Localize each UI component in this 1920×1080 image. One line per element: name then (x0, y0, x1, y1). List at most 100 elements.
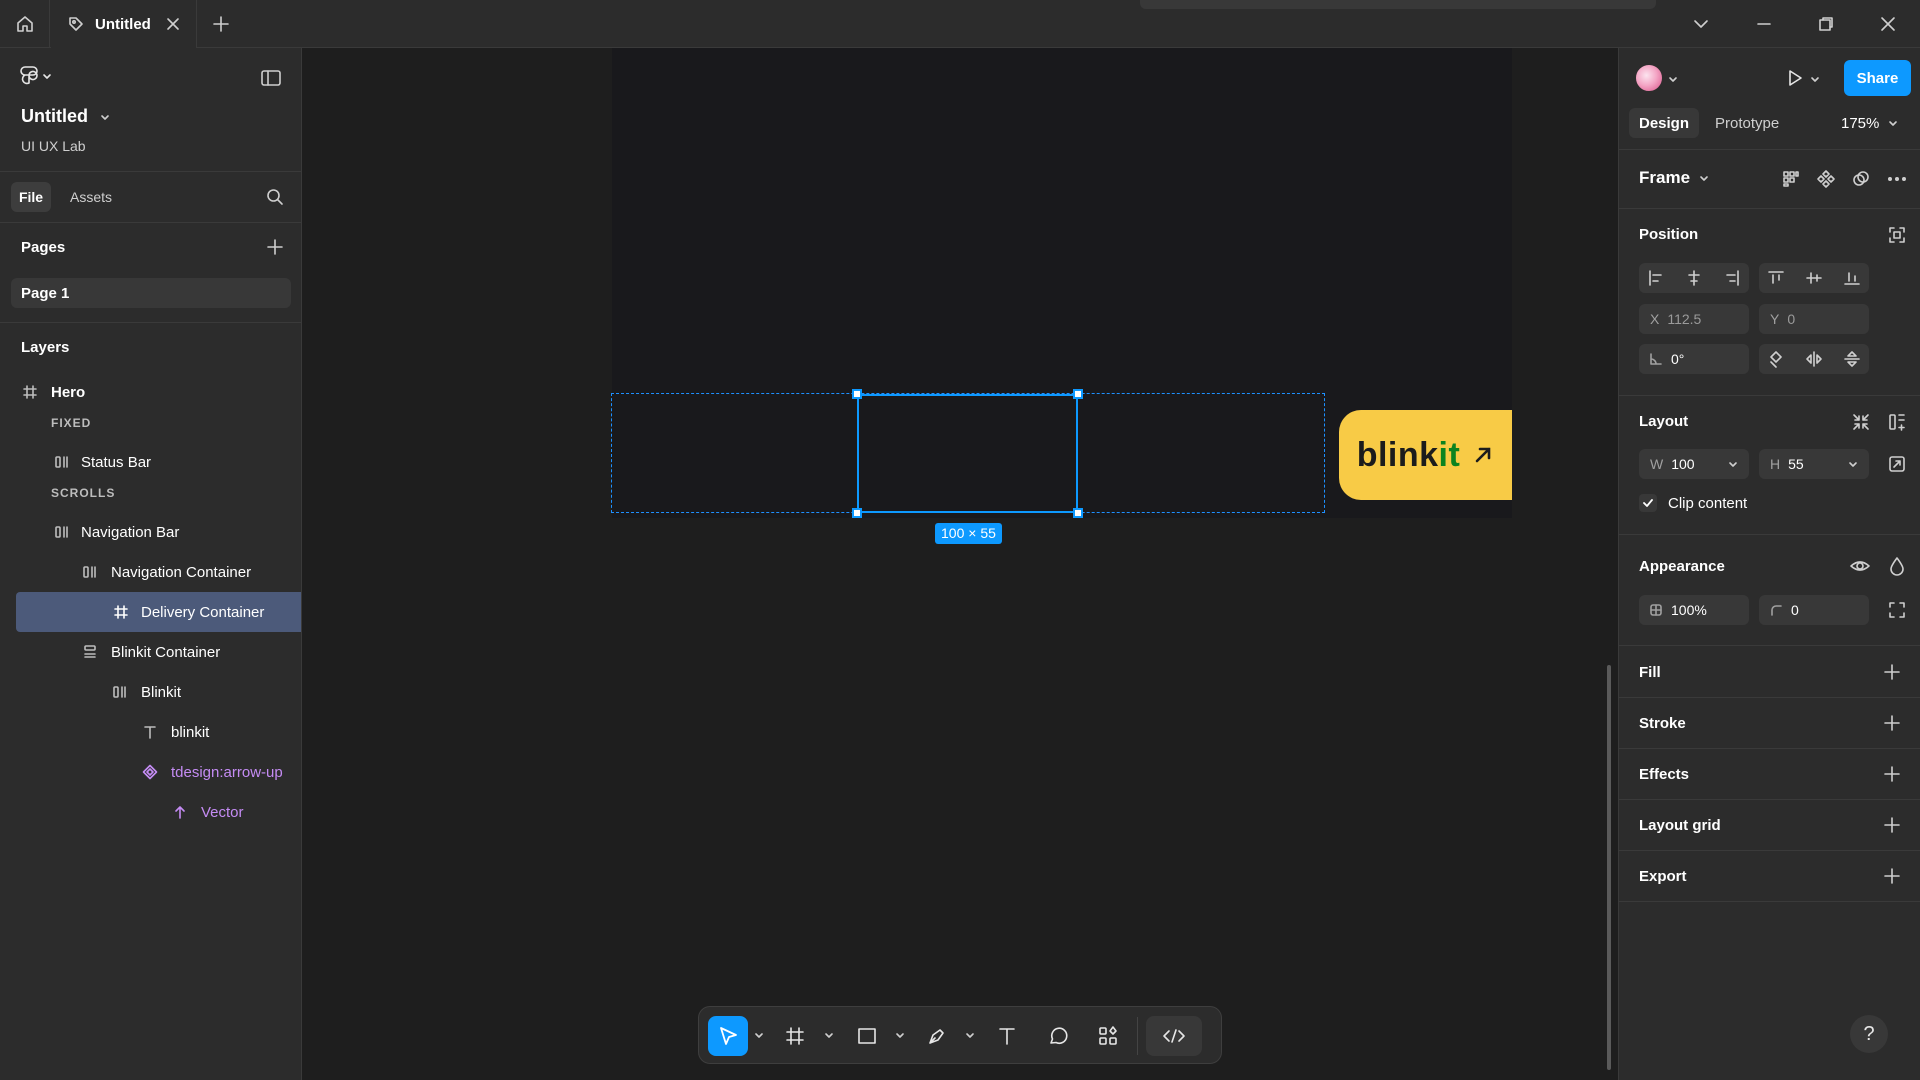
zoom-dropdown[interactable]: 175% (1841, 108, 1899, 138)
figma-logo-icon (20, 66, 38, 85)
chevron-down-icon[interactable] (1667, 73, 1679, 85)
add-page-icon[interactable] (265, 237, 285, 257)
add-fill-icon[interactable] (1882, 662, 1902, 682)
selection-box[interactable] (857, 394, 1078, 513)
y-value: 0 (1787, 311, 1796, 327)
add-effect-icon[interactable] (1882, 764, 1902, 784)
actions-tool[interactable] (1090, 1016, 1126, 1056)
resize-handle[interactable] (1073, 389, 1083, 399)
divider (1619, 534, 1920, 535)
layer-row[interactable]: blinkit (0, 712, 301, 752)
avatar[interactable] (1634, 63, 1664, 93)
close-window-icon[interactable] (1877, 13, 1899, 35)
chevron-down-icon[interactable] (754, 1030, 764, 1040)
file-name-button[interactable]: Untitled (21, 106, 112, 127)
pen-tool[interactable] (919, 1016, 955, 1056)
layer-row[interactable]: Status Bar (0, 442, 301, 482)
add-stroke-icon[interactable] (1882, 713, 1902, 733)
height-field[interactable]: H 55 (1759, 449, 1869, 479)
chevron-down-icon[interactable] (895, 1030, 905, 1040)
align-middle-vertical-icon[interactable] (1804, 268, 1824, 288)
layer-row[interactable]: Blinkit (0, 672, 301, 712)
width-field[interactable]: W 100 (1639, 449, 1749, 479)
corner-radius-field[interactable]: 0 (1759, 595, 1869, 625)
frame-type-dropdown[interactable]: Frame (1639, 168, 1710, 188)
align-bottom-icon[interactable] (1842, 268, 1862, 288)
shape-tool[interactable] (849, 1016, 885, 1056)
resize-handle[interactable] (1073, 508, 1083, 518)
flip-horizontal-icon[interactable] (1804, 349, 1824, 369)
tab-prototype[interactable]: Prototype (1709, 108, 1785, 138)
layer-label: Navigation Container (111, 563, 252, 581)
tab-file[interactable]: File (11, 182, 51, 212)
layout-grid-heading: Layout grid (1639, 817, 1721, 834)
collapse-icon[interactable] (1851, 412, 1871, 432)
tab-design[interactable]: Design (1629, 108, 1699, 138)
chevron-down-icon[interactable] (1690, 13, 1712, 35)
rotation-field[interactable]: 0° (1639, 344, 1749, 374)
play-icon[interactable] (1784, 67, 1806, 89)
text-tool[interactable] (989, 1016, 1025, 1056)
frame-icon (114, 605, 128, 619)
resize-to-fit-icon[interactable] (1887, 454, 1907, 474)
align-left-icon[interactable] (1646, 268, 1666, 288)
x-field[interactable]: X 112.5 (1639, 304, 1749, 334)
layer-row[interactable]: Hero (0, 372, 301, 412)
auto-layout-icon[interactable] (1887, 412, 1907, 432)
sidebar-toggle-icon[interactable] (260, 68, 282, 88)
page-item-label: Page 1 (21, 284, 70, 302)
new-tab-icon[interactable] (210, 13, 232, 35)
autolayout-horizontal-icon (113, 686, 126, 698)
boolean-mask-icon[interactable] (1851, 169, 1871, 189)
clip-content-checkbox[interactable]: Clip content (1639, 494, 1747, 512)
y-field[interactable]: Y 0 (1759, 304, 1869, 334)
vertical-scrollbar[interactable] (1607, 665, 1611, 1070)
file-tab[interactable]: Untitled (51, 0, 197, 48)
layer-row[interactable]: Navigation Bar (0, 512, 301, 552)
layer-row[interactable]: Blinkit Container (0, 632, 301, 672)
flip-vertical-icon[interactable] (1842, 349, 1862, 369)
tab-assets[interactable]: Assets (62, 182, 120, 212)
comment-tool[interactable] (1040, 1016, 1076, 1056)
dev-mode-toggle[interactable] (1146, 1016, 1202, 1056)
share-button[interactable]: Share (1844, 60, 1911, 96)
home-button[interactable] (0, 0, 50, 48)
layer-row-selected[interactable]: Delivery Container (16, 592, 301, 632)
align-right-icon[interactable] (1722, 268, 1742, 288)
add-layout-grid-icon[interactable] (1882, 815, 1902, 835)
resize-handle[interactable] (852, 508, 862, 518)
move-tool[interactable] (708, 1016, 748, 1056)
chevron-down-icon[interactable] (1809, 73, 1821, 85)
search-icon[interactable] (265, 187, 285, 207)
wordmark-green: it (1438, 435, 1461, 474)
layer-row[interactable]: tdesign:arrow-up (0, 752, 301, 792)
component-icon[interactable] (1816, 169, 1836, 189)
page-item[interactable]: Page 1 (11, 278, 291, 308)
help-button[interactable]: ? (1850, 1015, 1888, 1053)
constraints-icon[interactable] (1887, 225, 1907, 245)
grid-layout-icon[interactable] (1781, 169, 1801, 189)
independent-corners-icon[interactable] (1887, 600, 1907, 620)
chevron-down-icon[interactable] (824, 1030, 834, 1040)
more-options-icon[interactable] (1886, 169, 1908, 189)
close-tab-icon[interactable] (164, 15, 182, 33)
main-menu-button[interactable] (20, 65, 53, 87)
layer-row[interactable]: Vector (0, 792, 301, 832)
rotate-90-icon[interactable] (1766, 349, 1786, 369)
add-export-icon[interactable] (1882, 866, 1902, 886)
align-center-horizontal-icon[interactable] (1684, 268, 1704, 288)
eye-icon[interactable] (1849, 556, 1871, 576)
blend-mode-icon[interactable] (1887, 556, 1907, 576)
canvas[interactable]: blinkit 100 × 55 (302, 48, 1618, 1080)
titlebar-search-area[interactable] (1140, 0, 1656, 9)
align-top-icon[interactable] (1766, 268, 1786, 288)
resize-handle[interactable] (852, 389, 862, 399)
chevron-down-icon[interactable] (965, 1030, 975, 1040)
blinkit-badge[interactable]: blinkit (1339, 410, 1512, 500)
layer-row[interactable]: Navigation Container (0, 552, 301, 592)
restore-icon[interactable] (1815, 13, 1837, 35)
opacity-field[interactable]: 100% (1639, 595, 1749, 625)
minimize-icon[interactable] (1753, 13, 1775, 35)
section-label: SCROLLS (51, 486, 116, 500)
frame-tool[interactable] (777, 1016, 813, 1056)
